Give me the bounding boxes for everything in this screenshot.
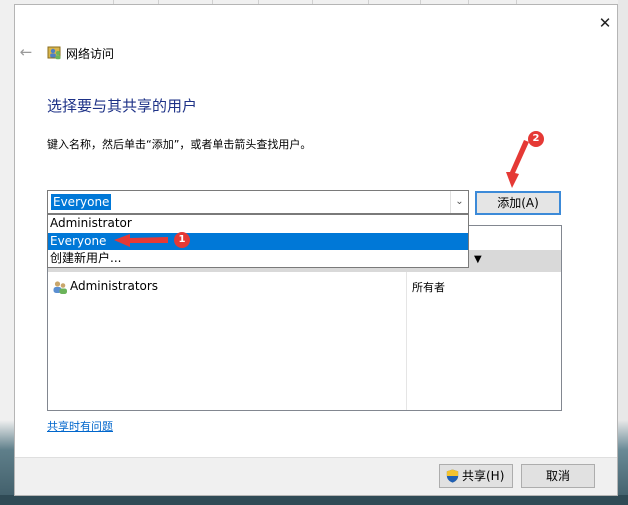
add-button[interactable]: 添加(A)	[475, 191, 561, 215]
user-combo-box[interactable]: Everyone ⌄	[47, 190, 469, 214]
desktop-background-right	[618, 0, 628, 505]
dropdown-item-create-user[interactable]: 创建新用户...	[48, 250, 468, 267]
dropdown-item-everyone[interactable]: Everyone	[48, 233, 468, 250]
combo-selected-value[interactable]: Everyone	[51, 194, 112, 210]
share-button-label: 共享(H)	[462, 469, 505, 483]
back-arrow-icon[interactable]: ←	[17, 43, 35, 61]
sharing-help-link[interactable]: 共享时有问题	[47, 418, 113, 434]
table-row-permission[interactable]: 所有者	[412, 279, 445, 295]
table-row-name[interactable]: Administrators	[70, 279, 158, 293]
chevron-down-icon[interactable]: ⌄	[450, 191, 468, 213]
column-divider	[406, 272, 407, 410]
user-dropdown-list: Administrator Everyone 创建新用户...	[47, 214, 469, 268]
close-button[interactable]: ✕	[593, 11, 617, 35]
network-access-dialog: ✕ ← 网络访问 选择要与其共享的用户 键入名称，然后单击“添加”，或者单击箭头…	[14, 4, 618, 496]
uac-shield-icon	[446, 469, 459, 483]
sort-arrow-icon[interactable]: ▼	[474, 254, 482, 265]
annotation-badge-2: 2	[528, 131, 544, 147]
dropdown-item-administrator[interactable]: Administrator	[48, 215, 468, 232]
instruction-text: 键入名称，然后单击“添加”，或者单击箭头查找用户。	[47, 138, 312, 151]
desktop-background-bottom	[0, 495, 628, 505]
share-button[interactable]: 共享(H)	[439, 464, 513, 488]
window-title: 网络访问	[66, 47, 115, 61]
annotation-badge-1: 1	[174, 232, 190, 248]
page-heading: 选择要与其共享的用户	[47, 97, 198, 115]
network-users-icon	[47, 46, 61, 60]
users-group-icon	[53, 281, 67, 294]
desktop-background-left	[0, 0, 14, 505]
cancel-button[interactable]: 取消	[521, 464, 595, 488]
